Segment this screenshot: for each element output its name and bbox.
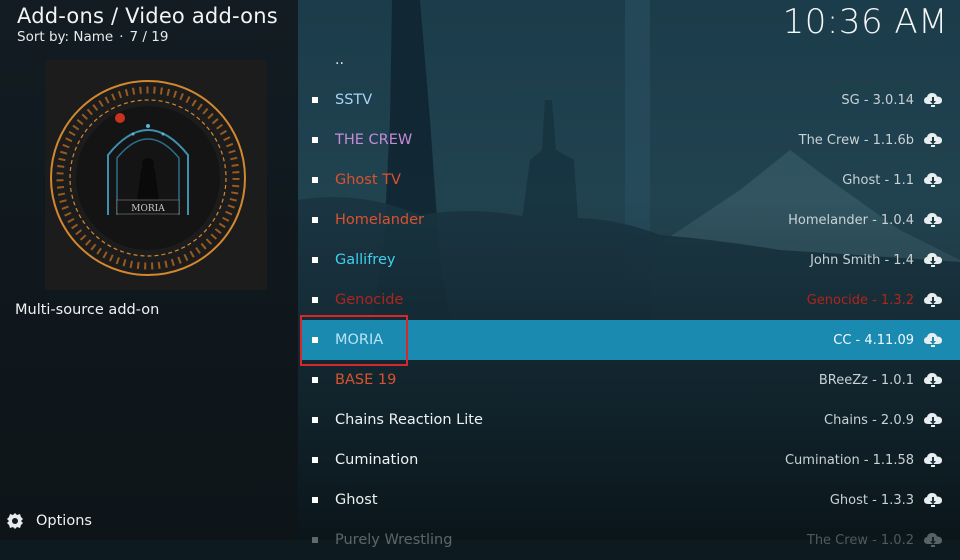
addon-list-item[interactable]: Gallifrey John Smith - 1.4 [300,240,960,280]
bullet-icon [312,97,318,103]
addon-version: Ghost - 1.3.3 [829,492,914,508]
thumbnail-caption: MORIA [131,204,165,214]
cloud-download-icon[interactable] [924,132,942,148]
addon-version: Genocide - 1.3.2 [806,292,914,308]
sort-label: Sort by: Name [17,29,114,45]
addon-version: SG - 3.0.14 [841,92,914,108]
bullet-icon [312,537,318,543]
addon-thumbnail: MORIA [45,60,267,290]
cloud-download-icon[interactable] [924,172,942,188]
addon-version: The Crew - 1.0.2 [806,532,914,548]
options-label: Options [36,513,92,529]
addon-name: THE CREW [335,132,413,148]
breadcrumb: Add-ons / Video add-ons [17,4,278,28]
bullet-icon [312,497,318,503]
cloud-download-icon[interactable] [924,292,942,308]
addon-name: BASE 19 [335,372,397,388]
options-gear-icon [7,513,23,529]
addon-version: BReeZz - 1.0.1 [818,372,914,388]
addon-version: John Smith - 1.4 [810,252,914,268]
addon-version: Homelander - 1.0.4 [788,212,914,228]
addon-list-item[interactable]: BASE 19 BReeZz - 1.0.1 [300,360,960,400]
addon-name: Cumination [335,452,419,468]
addon-name: Purely Wrestling [335,532,453,548]
bullet-icon [312,377,318,383]
addon-version: The Crew - 1.1.6b [798,132,914,148]
list-position: 7 / 19 [129,29,169,45]
parent-folder-item[interactable]: .. [300,40,960,80]
addon-name: Homelander [335,212,425,228]
addon-list-item[interactable]: Ghost TV Ghost - 1.1 [300,160,960,200]
addon-list-item[interactable]: Ghost Ghost - 1.3.3 [300,480,960,520]
addon-version: CC - 4.11.09 [833,332,914,348]
addon-list-item[interactable]: Homelander Homelander - 1.0.4 [300,200,960,240]
sort-info: Sort by: Name · 7 / 19 [17,29,169,45]
cloud-download-icon[interactable] [924,332,942,348]
addon-list-item[interactable]: Cumination Cumination - 1.1.58 [300,440,960,480]
addon-list-item[interactable]: SSTV SG - 3.0.14 [300,80,960,120]
addon-name: SSTV [335,92,373,108]
addon-name: Chains Reaction Lite [335,412,483,428]
bullet-icon [312,457,318,463]
addon-list-item[interactable]: Purely Wrestling The Crew - 1.0.2 [300,520,960,560]
addon-list-item[interactable]: Chains Reaction Lite Chains - 2.0.9 [300,400,960,440]
bullet-icon [312,217,318,223]
addon-name: Ghost [335,492,378,508]
addon-version: Ghost - 1.1 [842,172,914,188]
addon-list-item[interactable]: THE CREW The Crew - 1.1.6b [300,120,960,160]
info-panel: Add-ons / Video add-ons Sort by: Name · 7 … [0,0,298,540]
clock: 10:36 AM [782,2,948,42]
parent-folder-label: .. [335,52,344,68]
bullet-icon [312,257,318,263]
cloud-download-icon[interactable] [924,372,942,388]
addon-list-item[interactable]: Genocide Genocide - 1.3.2 [300,280,960,320]
addon-name: Genocide [335,292,404,308]
cloud-download-icon[interactable] [924,492,942,508]
cloud-download-icon[interactable] [924,212,942,228]
addon-description: Multi-source add-on [15,302,160,318]
addon-name: Gallifrey [335,252,396,268]
cloud-download-icon[interactable] [924,412,942,428]
options-button[interactable]: Options [6,510,92,532]
cloud-download-icon[interactable] [924,252,942,268]
addon-name: Ghost TV [335,172,401,188]
selection-highlight-box [300,315,408,366]
cloud-download-icon[interactable] [924,92,942,108]
header-titles: Add-ons / Video add-ons Sort by: Name · 7 … [17,4,278,45]
bullet-icon [312,137,318,143]
addon-version: Cumination - 1.1.58 [784,452,914,468]
cloud-download-icon[interactable] [924,452,942,468]
bullet-icon [312,417,318,423]
addon-list: .. SSTV SG - 3.0.14 THE CREW The Crew - 1.1… [300,40,960,548]
cloud-download-icon[interactable] [924,532,942,548]
bullet-icon [312,297,318,303]
bullet-icon [312,177,318,183]
addon-version: Chains - 2.0.9 [824,412,914,428]
